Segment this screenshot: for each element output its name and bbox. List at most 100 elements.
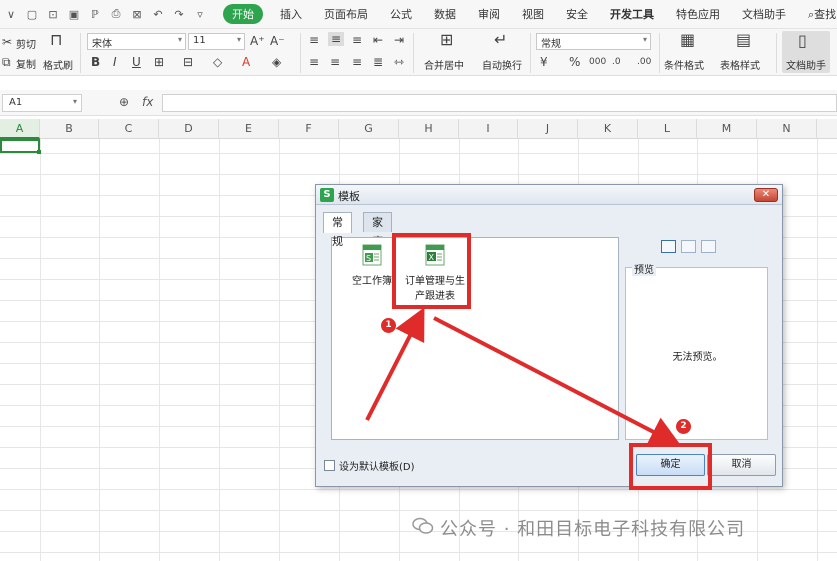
column-header-h[interactable]: H — [399, 119, 459, 139]
grid-line — [0, 552, 837, 553]
fx-icon[interactable]: fx — [142, 95, 153, 109]
copy-button[interactable]: 复制 — [16, 56, 36, 71]
column-header-l[interactable]: L — [638, 119, 697, 139]
underline-icon[interactable]: U — [132, 55, 141, 69]
decrease-font-icon[interactable]: A⁻ — [270, 34, 285, 48]
font-name-select[interactable]: 宋体 ▾ — [87, 33, 186, 50]
column-header-n[interactable]: N — [757, 119, 817, 139]
bold-icon[interactable]: B — [91, 55, 100, 69]
format-painter-button[interactable]: 格式刷 — [43, 57, 73, 72]
cut-button[interactable]: 剪切 — [16, 36, 36, 51]
formula-input[interactable] — [162, 94, 837, 112]
font-size-select[interactable]: 11 ▾ — [188, 33, 245, 50]
border-icon[interactable]: ⊞ — [154, 55, 164, 69]
undo-icon[interactable]: ↶ — [151, 7, 165, 21]
redo-icon[interactable]: ↷ — [172, 7, 186, 21]
column-header-d[interactable]: D — [159, 119, 219, 139]
justify-icon[interactable]: ≣ — [373, 55, 383, 69]
number-format-value: 常规 — [541, 39, 561, 50]
grid-line — [159, 139, 160, 561]
set-default-label[interactable]: 设为默认模板(D) — [339, 458, 415, 473]
eraser-icon[interactable]: ◈ — [272, 55, 281, 69]
print-icon[interactable]: ⎙ — [109, 7, 123, 21]
merge-icon: ⊞ — [440, 30, 454, 49]
indent-left-icon[interactable]: ⇤ — [373, 33, 383, 47]
wrap-text-button[interactable]: 自动换行 — [482, 57, 522, 72]
chevron-down-icon[interactable]: ∨ — [4, 7, 18, 21]
column-header-g[interactable]: G — [339, 119, 399, 139]
find-button[interactable]: ⌕查找 — [797, 6, 837, 22]
tab-formula[interactable]: 公式 — [379, 6, 423, 22]
italic-icon[interactable]: I — [113, 55, 117, 69]
align-center-icon[interactable]: ≡ — [330, 55, 340, 69]
column-header-c[interactable]: C — [99, 119, 159, 139]
svg-text:S: S — [366, 254, 371, 263]
save-icon[interactable]: ▣ — [67, 7, 81, 21]
increase-decimal-icon[interactable]: .0 — [612, 55, 621, 69]
percent-icon[interactable]: % — [569, 55, 580, 69]
tab-insert[interactable]: 插入 — [269, 6, 313, 22]
align-bottom-icon[interactable]: ≡ — [352, 33, 362, 47]
tab-home[interactable]: 开始 — [223, 4, 263, 24]
distribute-icon[interactable]: ⇿ — [394, 55, 404, 69]
highlight-box-template — [392, 233, 471, 309]
column-header-k[interactable]: K — [578, 119, 638, 139]
tab-data[interactable]: 数据 — [423, 6, 467, 22]
thousands-icon[interactable]: 000 — [589, 55, 606, 69]
column-header-e[interactable]: E — [219, 119, 279, 139]
column-header-i[interactable]: I — [459, 119, 518, 139]
tab-page-layout[interactable]: 页面布局 — [313, 6, 379, 22]
new-file-icon[interactable]: ▢ — [25, 7, 39, 21]
table-style-button[interactable]: 表格样式 — [720, 57, 760, 72]
indent-right-icon[interactable]: ⇥ — [394, 33, 404, 47]
tab-features[interactable]: 特色应用 — [665, 6, 731, 22]
align-left-icon[interactable]: ≡ — [309, 55, 319, 69]
ribbon-divider — [776, 33, 777, 73]
column-header-f[interactable]: F — [279, 119, 339, 139]
align-top-icon[interactable]: ≡ — [309, 33, 319, 47]
zoom-icon[interactable]: ⊕ — [119, 95, 129, 109]
column-header-row: A B C D E F G H I J K L M N — [0, 119, 837, 139]
decrease-decimal-icon[interactable]: .00 — [637, 55, 651, 69]
merge-center-button[interactable]: 合并居中 — [424, 57, 464, 72]
wrap-icon: ↵ — [494, 30, 508, 49]
cancel-button[interactable]: 取消 — [707, 454, 776, 476]
name-box[interactable]: A1 ▾ — [2, 94, 82, 112]
conditional-format-button[interactable]: 条件格式 — [664, 57, 704, 72]
column-header-b[interactable]: B — [40, 119, 99, 139]
column-header-a[interactable]: A — [0, 119, 40, 139]
dialog-titlebar[interactable]: S 模板 ✕ — [316, 185, 782, 205]
currency-icon[interactable]: ¥ — [540, 55, 548, 69]
tab-review[interactable]: 审阅 — [467, 6, 511, 22]
open-folder-icon[interactable]: ⊡ — [46, 7, 60, 21]
watermark-text: 公众号 · 和田目标电子科技有限公司 — [440, 519, 746, 540]
increase-font-icon[interactable]: A⁺ — [250, 34, 265, 48]
set-default-checkbox[interactable] — [324, 460, 335, 471]
tab-developer[interactable]: 开发工具 — [599, 6, 665, 22]
fill-color-icon[interactable]: ⊟ — [183, 55, 193, 69]
grid-line — [279, 139, 280, 561]
customize-icon[interactable]: ▿ — [193, 7, 207, 21]
selected-cell-a1[interactable] — [0, 139, 41, 154]
format-painter-icon[interactable]: ℙ — [88, 7, 102, 21]
view-details-icon[interactable] — [701, 240, 716, 253]
font-color-icon[interactable]: A — [242, 55, 250, 69]
align-middle-icon[interactable]: ≡ — [328, 32, 345, 46]
view-large-icons-icon[interactable] — [661, 240, 676, 253]
number-format-select[interactable]: 常规 ▾ — [536, 33, 651, 50]
step-badge-1: 1 — [381, 318, 396, 333]
print-preview-icon[interactable]: ⊠ — [130, 7, 144, 21]
doc-helper-button[interactable]: ▯ 文档助手 — [782, 31, 830, 73]
tab-general[interactable]: 常规 — [323, 212, 352, 248]
column-header-j[interactable]: J — [518, 119, 578, 139]
view-thumbnail-icon[interactable] — [634, 240, 649, 253]
tab-doc-helper[interactable]: 文档助手 — [731, 6, 797, 22]
tab-home-life[interactable]: 家庭生活 — [363, 212, 392, 286]
close-button[interactable]: ✕ — [754, 188, 778, 202]
view-list-icon[interactable] — [681, 240, 696, 253]
align-right-icon[interactable]: ≡ — [352, 55, 362, 69]
column-header-m[interactable]: M — [697, 119, 757, 139]
bucket-icon[interactable]: ◇ — [213, 55, 222, 69]
tab-security[interactable]: 安全 — [555, 6, 599, 22]
tab-view[interactable]: 视图 — [511, 6, 555, 22]
